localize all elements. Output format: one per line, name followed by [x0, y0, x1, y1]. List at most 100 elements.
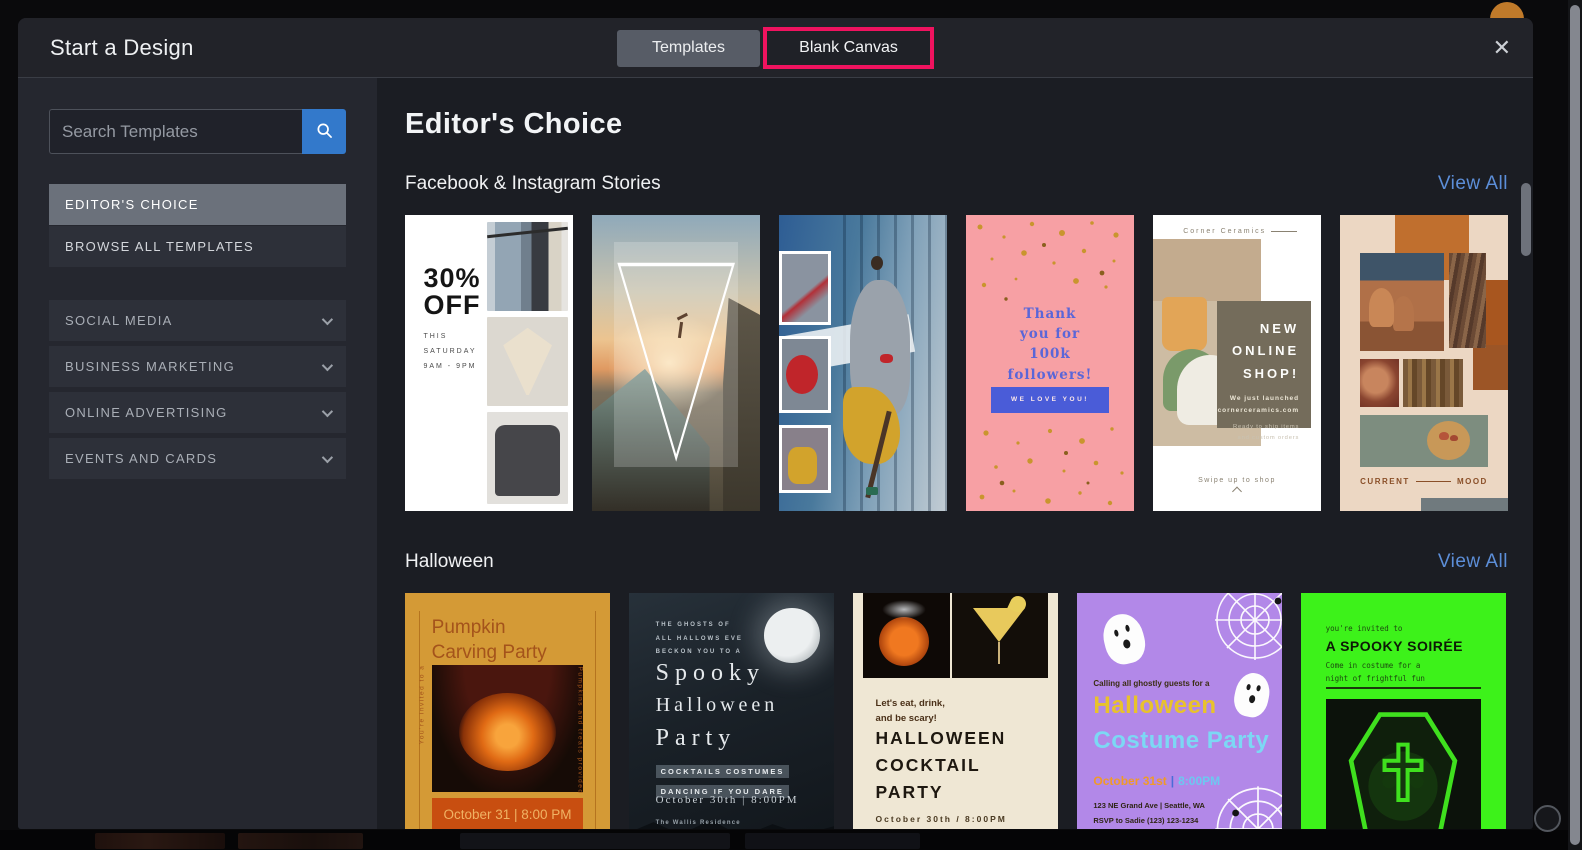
section-title: Halloween: [405, 551, 494, 572]
party-date: October 31 | 8:00 PM: [431, 798, 584, 829]
template-card-current-mood[interactable]: CURRENT MOOD: [1340, 215, 1508, 511]
start-a-design-modal: Start a Design Templates Blank Canvas ✕: [18, 18, 1533, 829]
view-all-link-stories[interactable]: View All: [1438, 173, 1508, 195]
timeline-thumbnail: [95, 833, 225, 849]
help-button[interactable]: [1534, 805, 1561, 832]
orange-block: [1472, 345, 1508, 390]
headline-box: NEW ONLINE SHOP! We just launched corner…: [1216, 300, 1311, 441]
party-address: The Wallis Residence 1123 NE Wimbledon A…: [655, 820, 741, 827]
party-title: Pumpkin Carving Party: [431, 617, 547, 663]
sidebar-item-label: EVENTS AND CARDS: [65, 451, 218, 466]
vertical-invite-text: You're invited to a: [418, 664, 426, 745]
sale-subtext: THIS SATURDAY 9AM - 9PM: [423, 333, 477, 370]
page-scrollbar-thumb[interactable]: [1570, 5, 1580, 845]
halloween-card-row: Pumpkin Carving Party October 31 | 8:00 …: [405, 593, 1508, 829]
spider-web: [1215, 786, 1282, 829]
search-button[interactable]: [302, 109, 346, 154]
red-bag: [879, 354, 893, 364]
thanks-headline: Thank you for 100k followers!: [1007, 305, 1093, 383]
section-header-halloween: Halloween View All: [405, 551, 1508, 573]
sidebar-item-events-and-cards[interactable]: EVENTS AND CARDS: [49, 438, 346, 479]
intro-text: THE GHOSTS OF ALL HALLOWS EVE BECKON YOU…: [655, 621, 743, 656]
screen: Start a Design Templates Blank Canvas ✕: [0, 0, 1582, 850]
party-date: October 30th | 8:00PM: [655, 794, 799, 807]
template-card-cliff-handstand[interactable]: [592, 215, 760, 511]
search-input[interactable]: [49, 109, 302, 154]
template-card-cocktail-party[interactable]: Let's eat, drink, and be scary! HALLOWEE…: [853, 593, 1058, 829]
martini-glass: [973, 608, 1026, 643]
view-all-link-halloween[interactable]: View All: [1438, 551, 1508, 573]
chevron-down-icon: [321, 405, 334, 417]
figs-plate-tile: [1360, 414, 1488, 467]
title-halloween: Halloween: [655, 693, 779, 716]
intro-text: Calling all ghostly guests for a: [1093, 679, 1210, 689]
blank-canvas-highlight-box: Blank Canvas: [763, 27, 934, 69]
sidebar-primary-group: EDITOR'S CHOICE BROWSE ALL TEMPLATES: [49, 184, 346, 267]
timeline-thumbnail: [745, 833, 920, 849]
tab-templates[interactable]: Templates: [617, 29, 760, 67]
modal-title: Start a Design: [50, 34, 194, 60]
coffin-skull-icon: [1349, 711, 1458, 829]
sidebar: EDITOR'S CHOICE BROWSE ALL TEMPLATES SOC…: [18, 78, 377, 829]
title-spooky: Spooky: [655, 660, 765, 687]
template-card-100k-followers[interactable]: Thank you for 100k followers! WE LOVE YO…: [966, 215, 1134, 511]
caption-left: CURRENT: [1360, 476, 1410, 486]
dried-leaves-tile: [1449, 253, 1487, 349]
search-icon: [314, 120, 335, 144]
shop-headline: NEW ONLINE SHOP!: [1232, 320, 1300, 382]
title-party: Party: [655, 724, 737, 751]
sidebar-item-online-advertising[interactable]: ONLINE ADVERTISING: [49, 392, 346, 433]
jack-o-lantern-photo: [431, 665, 584, 792]
modal-body: EDITOR'S CHOICE BROWSE ALL TEMPLATES SOC…: [18, 78, 1533, 829]
martini-stem: [998, 642, 1001, 665]
shop-subtext2: Ready to ship items and custom orders: [1233, 424, 1300, 441]
ghost: [1098, 609, 1150, 668]
chevron-down-icon: [321, 451, 334, 463]
close-icon[interactable]: ✕: [1493, 36, 1511, 59]
modal-header: Start a Design Templates Blank Canvas ✕: [18, 18, 1533, 78]
sidebar-item-editors-choice[interactable]: EDITOR'S CHOICE: [49, 184, 346, 225]
chevron-down-icon: [321, 359, 334, 371]
tab-blank-canvas[interactable]: Blank Canvas: [799, 39, 898, 57]
date-separator: |: [1170, 773, 1175, 788]
coffin-art-box: [1325, 698, 1482, 829]
rule-line: [594, 611, 596, 829]
title-costume-party: Costume Party: [1093, 727, 1270, 755]
intro-text: Let's eat, drink, and be scary!: [875, 698, 945, 725]
modal-scrollbar-thumb[interactable]: [1521, 183, 1531, 256]
poncho-photo: [487, 317, 568, 406]
chip: COCKTAILS COSTUMES: [655, 764, 790, 778]
sidebar-item-social-media[interactable]: SOCIAL MEDIA: [49, 300, 346, 341]
pumpkin-photo: [863, 593, 951, 679]
sidebar-item-business-marketing[interactable]: BUSINESS MARKETING: [49, 346, 346, 387]
section-title: Facebook & Instagram Stories: [405, 173, 661, 194]
template-card-costume-party[interactable]: Calling all ghostly guests for a Hallowe…: [1077, 593, 1282, 829]
soiree-title: A SPOOKY SOIRÉE: [1325, 638, 1464, 655]
sidebar-item-label: EDITOR'S CHOICE: [65, 197, 199, 212]
template-card-fashion-collage[interactable]: [779, 215, 947, 511]
tab-group: Templates Blank Canvas: [617, 18, 934, 78]
vertical-treats-text: Pumpkins and treats provided: [576, 666, 584, 795]
shop-subtext: We just launched cornerceramics.com: [1217, 394, 1300, 414]
timeline-thumbnail: [460, 833, 730, 849]
sidebar-item-label: BROWSE ALL TEMPLATES: [65, 239, 255, 254]
search-row: [49, 109, 346, 154]
green-boot: [866, 487, 879, 496]
template-card-ceramics-shop[interactable]: Corner Ceramics NEW ONLINE SHOP! We just…: [1153, 215, 1321, 511]
martini-photo: [952, 593, 1048, 679]
rule-line: [1325, 687, 1482, 690]
page-title: Editor's Choice: [405, 108, 623, 140]
inset-photo: [779, 336, 832, 414]
section-header-stories: Facebook & Instagram Stories View All: [405, 173, 1508, 195]
mood-caption: CURRENT MOOD: [1360, 477, 1488, 486]
template-card-storewide-sale[interactable]: 30% OFF THIS SATURDAY 9AM - 9PM STOREWID…: [405, 215, 573, 511]
spider-web: [1215, 593, 1282, 660]
party-date: October 30th / 8:00PM: [875, 813, 1007, 824]
sidebar-item-browse-all-templates[interactable]: BROWSE ALL TEMPLATES: [49, 226, 346, 267]
date-time: 8:00PM: [1178, 773, 1221, 788]
template-card-spooky-soiree[interactable]: you're invited to A SPOOKY SOIRÉE Come i…: [1301, 593, 1506, 829]
sweater-photo: [487, 411, 568, 504]
template-card-spooky-party[interactable]: THE GHOSTS OF ALL HALLOWS EVE BECKON YOU…: [629, 593, 834, 829]
sale-headline: 30% OFF: [423, 263, 481, 321]
template-card-pumpkin-carving[interactable]: Pumpkin Carving Party October 31 | 8:00 …: [405, 593, 610, 829]
